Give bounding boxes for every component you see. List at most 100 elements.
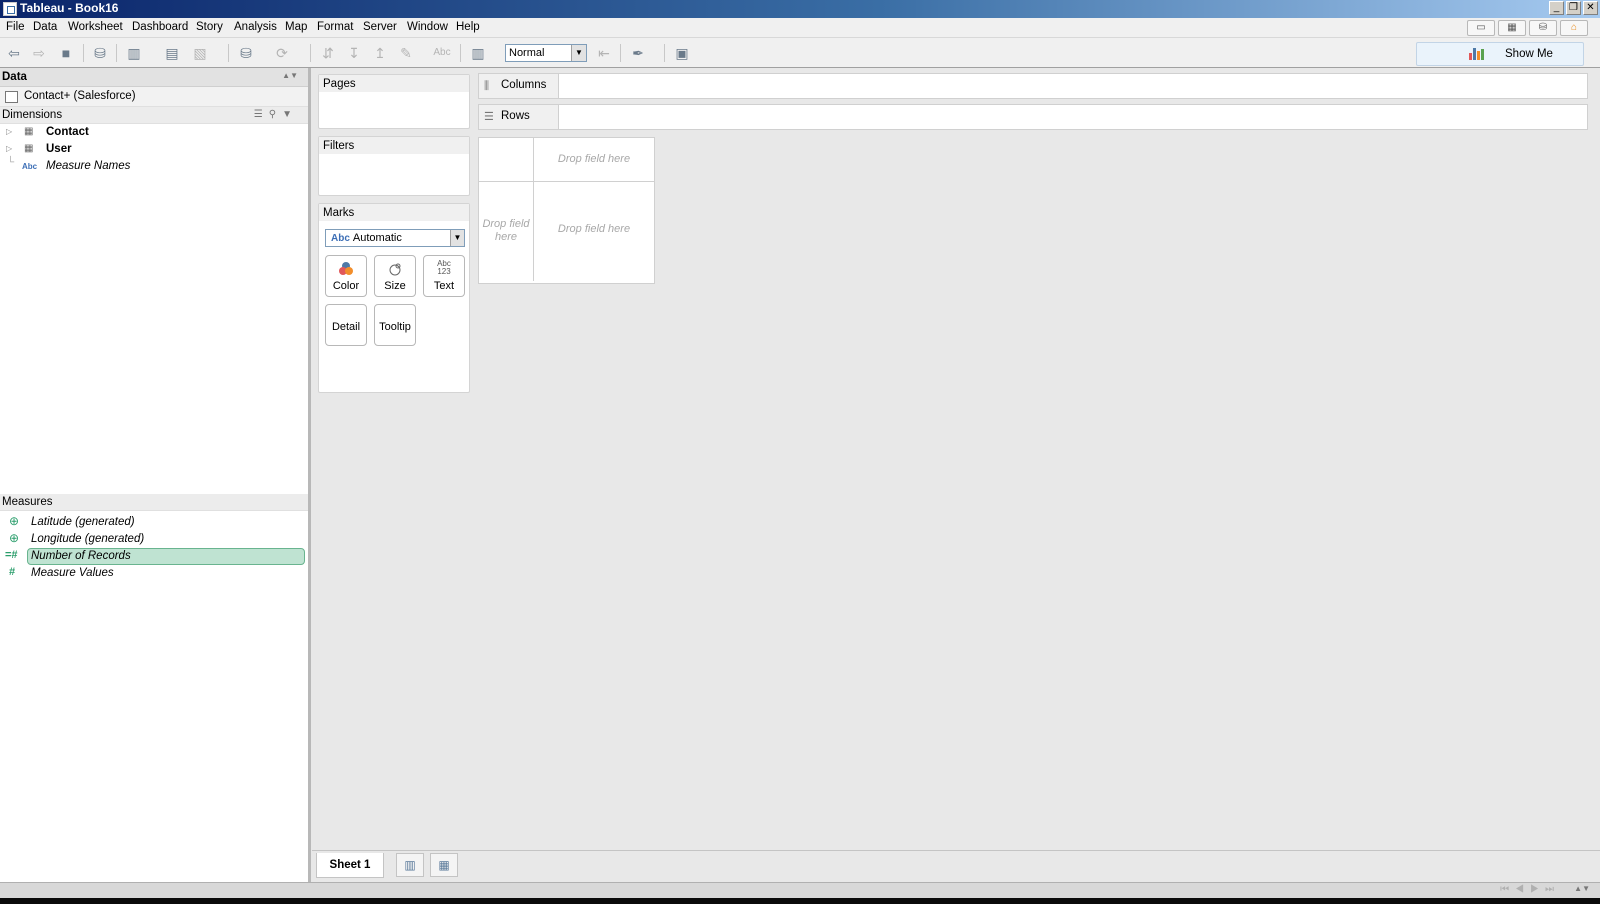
dropdown-menu-icon[interactable]: ▼: [282, 109, 298, 120]
field-name: Latitude (generated): [31, 516, 135, 528]
filters-card[interactable]: Filters: [318, 136, 470, 196]
bar-chart-icon: [1469, 48, 1485, 60]
show-me-button[interactable]: Show Me: [1416, 42, 1584, 66]
detail-button[interactable]: Detail: [325, 304, 367, 346]
sheet-sorter-icon[interactable]: ▭: [1467, 20, 1495, 36]
menu-dashboard[interactable]: Dashboard: [132, 21, 188, 33]
table-icon: ▦: [24, 126, 34, 137]
redo-icon[interactable]: ⇨: [29, 43, 49, 63]
title-bar: Tableau - Book16 _ ❐ ✕: [0, 0, 1600, 18]
annotate-pen-icon[interactable]: ✒: [628, 43, 648, 63]
measure-field-latitude[interactable]: ⊕ Latitude (generated): [0, 514, 308, 531]
rows-shelf[interactable]: ☰ Rows: [478, 104, 1588, 130]
dimension-field-contact[interactable]: ▷ ▦ Contact: [0, 124, 308, 141]
color-icon: [326, 261, 366, 277]
menu-server[interactable]: Server: [363, 21, 397, 33]
dimension-field-measure-names[interactable]: └ Abc Measure Names: [0, 157, 308, 175]
columns-shelf[interactable]: ⫼ Columns: [478, 73, 1588, 99]
save-icon[interactable]: ■: [56, 43, 76, 63]
new-dashboard-icon[interactable]: ▦: [430, 853, 458, 877]
sort-descending-icon[interactable]: ↥: [370, 43, 390, 63]
text-button[interactable]: Abc 123 Text: [423, 255, 465, 297]
menu-map[interactable]: Map: [285, 21, 307, 33]
home-icon[interactable]: ⌂: [1560, 20, 1588, 36]
presentation-mode-icon[interactable]: ▣: [672, 43, 692, 63]
menu-bar: File Data Worksheet Dashboard Story Anal…: [0, 18, 1600, 38]
dimension-field-user[interactable]: ▷ ▦ User: [0, 141, 308, 158]
view-toggle-icon[interactable]: ☰: [254, 109, 269, 120]
menu-story[interactable]: Story: [196, 21, 223, 33]
menu-file[interactable]: File: [6, 21, 25, 33]
tab-sheet-1[interactable]: Sheet 1: [316, 853, 384, 878]
menu-analysis[interactable]: Analysis: [234, 21, 277, 33]
show-me-label: Show Me: [1505, 48, 1553, 60]
new-worksheet-icon[interactable]: ▥: [124, 43, 144, 63]
measure-field-number-of-records[interactable]: =# Number of Records: [0, 548, 308, 565]
drop-zone-columns[interactable]: Drop field here: [535, 153, 653, 165]
measure-field-longitude[interactable]: ⊕ Longitude (generated): [0, 531, 308, 548]
clear-sheet-icon[interactable]: ▧: [190, 43, 210, 63]
mark-type-dropdown[interactable]: Abc Automatic ▼: [325, 229, 465, 247]
data-pane: Data ▲▼ Contact+ (Salesforce) Dimensions…: [0, 68, 311, 882]
minimize-button[interactable]: _: [1549, 1, 1564, 15]
new-data-source-icon[interactable]: ⛁: [90, 43, 110, 63]
measure-field-measure-values[interactable]: # Measure Values: [0, 565, 308, 582]
status-sort-icon[interactable]: ▲▼: [1574, 884, 1590, 893]
field-name: Contact: [46, 126, 89, 138]
menu-window[interactable]: Window: [407, 21, 448, 33]
expand-arrow-icon[interactable]: ▷: [6, 127, 12, 136]
measures-header: Measures: [0, 494, 308, 511]
drop-zone-main[interactable]: Drop field here: [535, 223, 653, 235]
fit-dropdown[interactable]: Normal ▼: [505, 44, 587, 62]
labels-abc-icon[interactable]: Abc: [432, 43, 452, 63]
mark-type-value: Automatic: [352, 232, 402, 244]
menu-format[interactable]: Format: [317, 21, 353, 33]
refresh-icon[interactable]: ⟳: [272, 43, 292, 63]
field-name: Measure Values: [31, 567, 114, 579]
columns-icon: ⫼: [484, 80, 490, 92]
duplicate-sheet-icon[interactable]: ▤: [162, 43, 182, 63]
view-switcher: ▭ ▦ ⛁ ⌂: [1467, 20, 1588, 36]
search-icon[interactable]: ⚲: [269, 109, 282, 120]
color-label: Color: [332, 280, 360, 292]
drop-zone-rows[interactable]: Drop field here: [480, 218, 532, 244]
field-name: Longitude (generated): [31, 533, 145, 545]
tree-line-icon: └: [7, 157, 15, 168]
datasource-name: Contact+ (Salesforce): [24, 90, 136, 102]
filmstrip-icon[interactable]: ▦: [1498, 20, 1526, 36]
measures-label: Measures: [2, 496, 53, 508]
sheet-tabs-bar: Sheet 1 ▥ ▦: [312, 850, 1600, 882]
window-title: Tableau - Book16: [20, 1, 119, 15]
field-name: User: [46, 143, 72, 155]
close-button[interactable]: ✕: [1583, 1, 1598, 15]
menu-data[interactable]: Data: [33, 21, 57, 33]
tooltip-button[interactable]: Tooltip: [374, 304, 416, 346]
columns-shelf-label: ⫼ Columns: [479, 74, 559, 98]
sort-ascending-icon[interactable]: ↧: [344, 43, 364, 63]
dimensions-label: Dimensions: [2, 109, 63, 121]
pages-card[interactable]: Pages: [318, 74, 470, 129]
viz-canvas: Drop field here Drop field here Drop fie…: [478, 137, 655, 284]
menu-worksheet[interactable]: Worksheet: [68, 21, 123, 33]
fix-axes-icon[interactable]: ⇤: [594, 43, 614, 63]
pane-sort-icon[interactable]: ▲▼: [282, 71, 298, 80]
size-button[interactable]: Size: [374, 255, 416, 297]
rows-label: Rows: [501, 110, 530, 122]
menu-help[interactable]: Help: [456, 21, 480, 33]
swap-icon[interactable]: ⇵: [318, 43, 338, 63]
size-label: Size: [384, 280, 406, 292]
restore-button[interactable]: ❐: [1566, 1, 1581, 15]
expand-arrow-icon[interactable]: ▷: [6, 144, 12, 153]
columns-label: Columns: [501, 79, 547, 91]
highlight-icon[interactable]: ✎: [396, 43, 416, 63]
sheet-navigation-icons[interactable]: ⏮◀▶⏭: [1500, 884, 1560, 895]
new-worksheet-icon[interactable]: ▥: [396, 853, 424, 877]
data-source-icon[interactable]: ⛁: [1529, 20, 1557, 36]
pause-updates-icon[interactable]: ⛁: [236, 43, 256, 63]
color-button[interactable]: Color: [325, 255, 367, 297]
hash-icon: =#: [5, 549, 18, 561]
undo-icon[interactable]: ⇦: [4, 43, 24, 63]
table-icon: ▦: [24, 143, 34, 154]
chart-type-icon[interactable]: ▥: [468, 43, 488, 63]
datasource-item[interactable]: Contact+ (Salesforce): [0, 87, 308, 107]
